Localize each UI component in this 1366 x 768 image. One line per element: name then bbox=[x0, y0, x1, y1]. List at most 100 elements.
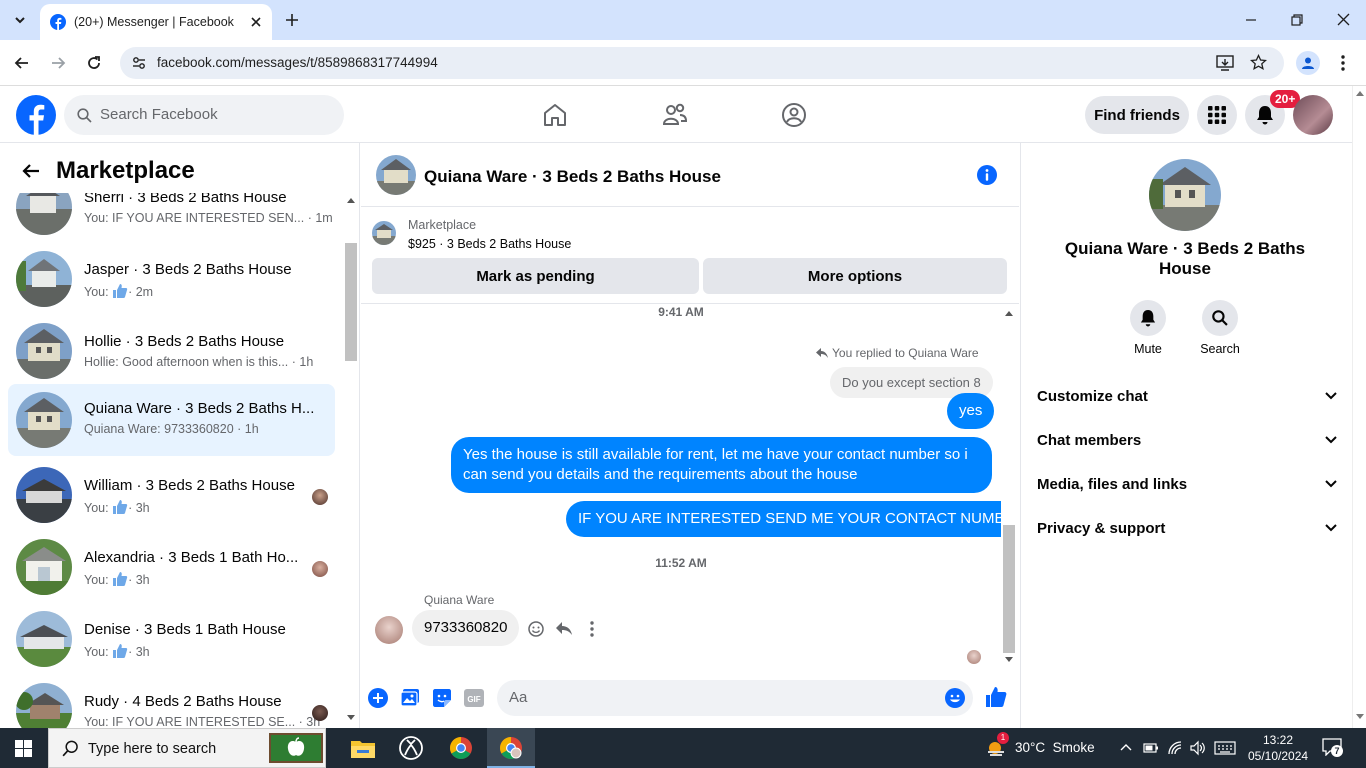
groups-icon[interactable] bbox=[781, 102, 807, 128]
friends-icon[interactable] bbox=[662, 102, 688, 128]
chevron-down-icon bbox=[1325, 524, 1337, 532]
thumbs-up-send-icon[interactable] bbox=[985, 686, 1007, 708]
mute-button[interactable]: Mute bbox=[1128, 300, 1168, 356]
conversation-name: Alexandria · 3 Beds 1 Bath Ho... bbox=[84, 549, 299, 566]
browser-menu-icon[interactable] bbox=[1340, 54, 1346, 72]
close-tab-icon[interactable] bbox=[250, 16, 262, 28]
listing-thumbnail[interactable] bbox=[372, 221, 396, 245]
notification-center-button[interactable]: 7 bbox=[1322, 738, 1344, 758]
chrome-icon[interactable] bbox=[449, 736, 473, 760]
find-friends-button[interactable]: Find friends bbox=[1085, 96, 1189, 134]
scroll-up-icon[interactable] bbox=[347, 197, 355, 203]
keyboard-icon[interactable] bbox=[1214, 741, 1236, 755]
message-input[interactable]: Aa bbox=[497, 680, 973, 716]
mark-as-pending-button[interactable]: Mark as pending bbox=[372, 258, 699, 294]
chevron-down-icon bbox=[1325, 392, 1337, 400]
outgoing-message[interactable]: IF YOU ARE INTERESTED SEND ME YOUR CONTA… bbox=[566, 501, 1001, 537]
listing-price[interactable]: $925 · 3 Beds 2 Baths House bbox=[408, 237, 571, 251]
reply-indicator: You replied to Quiana Ware bbox=[816, 346, 979, 360]
sender-avatar[interactable] bbox=[375, 616, 403, 644]
outgoing-message[interactable]: Yes the house is still available for ren… bbox=[451, 437, 992, 493]
details-avatar[interactable] bbox=[1149, 159, 1221, 231]
conversation-item[interactable]: Jasper · 3 Beds 2 Baths House You: · 2m bbox=[8, 245, 335, 313]
conversation-item[interactable]: Denise · 3 Beds 1 Bath House You: · 3h bbox=[8, 605, 335, 673]
account-avatar[interactable] bbox=[1293, 95, 1333, 135]
react-emoji-icon[interactable] bbox=[528, 621, 544, 637]
weather-text[interactable]: 30°C Smoke bbox=[1015, 740, 1095, 755]
conversation-name: Denise · 3 Beds 1 Bath House bbox=[84, 621, 286, 638]
conversation-item[interactable]: Hollie · 3 Beds 2 Baths House Hollie: Go… bbox=[8, 317, 335, 385]
gif-icon[interactable]: GIF bbox=[464, 688, 484, 708]
search-in-chat-button[interactable]: Search bbox=[1197, 300, 1243, 356]
search-highlight-icon[interactable] bbox=[269, 733, 323, 763]
install-app-icon[interactable] bbox=[1216, 55, 1234, 71]
scroll-down-icon[interactable] bbox=[1005, 657, 1013, 663]
menu-button[interactable] bbox=[1197, 95, 1237, 135]
composer: GIF Aa bbox=[361, 676, 1019, 720]
browser-tab[interactable]: (20+) Messenger | Facebook bbox=[40, 4, 272, 40]
chat-title[interactable]: Quiana Ware · 3 Beds 2 Baths House bbox=[424, 167, 721, 187]
forward-icon[interactable] bbox=[50, 55, 66, 71]
restore-icon[interactable] bbox=[1291, 14, 1303, 26]
tab-title: (20+) Messenger | Facebook bbox=[74, 15, 234, 29]
reply-icon[interactable] bbox=[556, 622, 572, 636]
weather-widget-icon[interactable]: 1 bbox=[985, 732, 1009, 758]
sticker-icon[interactable] bbox=[432, 688, 452, 708]
new-tab-icon[interactable] bbox=[285, 13, 299, 27]
scroll-down-icon[interactable] bbox=[1356, 714, 1364, 720]
windows-start-icon[interactable] bbox=[15, 740, 32, 757]
conversation-avatar bbox=[16, 251, 72, 307]
battery-icon[interactable] bbox=[1143, 740, 1159, 756]
customize-chat-section[interactable]: Customize chat bbox=[1037, 374, 1337, 418]
scrollbar-thumb[interactable] bbox=[1003, 525, 1015, 653]
file-explorer-icon[interactable] bbox=[351, 738, 375, 758]
conversation-item-active[interactable]: Quiana Ware · 3 Beds 2 Baths H... Quiana… bbox=[8, 384, 335, 456]
taskbar-search-input[interactable]: Type here to search bbox=[48, 728, 326, 768]
active-chrome-task[interactable] bbox=[487, 728, 535, 768]
chat-header: Quiana Ware · 3 Beds 2 Baths House bbox=[361, 143, 1019, 207]
facebook-search-input[interactable]: Search Facebook bbox=[64, 95, 344, 135]
chat-avatar[interactable] bbox=[376, 155, 416, 195]
conversation-name: Jasper · 3 Beds 2 Baths House bbox=[84, 261, 292, 278]
plus-circle-icon[interactable] bbox=[368, 688, 388, 708]
xbox-icon[interactable] bbox=[399, 736, 423, 760]
conversation-item[interactable]: Alexandria · 3 Beds 1 Bath Ho... You: · … bbox=[8, 533, 335, 601]
volume-icon[interactable] bbox=[1190, 740, 1206, 756]
chat-members-section[interactable]: Chat members bbox=[1037, 418, 1337, 462]
info-icon[interactable] bbox=[977, 165, 997, 185]
outgoing-message[interactable]: yes bbox=[947, 393, 995, 429]
address-bar[interactable]: facebook.com/messages/t/8589868317744994 bbox=[120, 47, 1284, 79]
scroll-up-icon[interactable] bbox=[1356, 90, 1364, 96]
reload-icon[interactable] bbox=[86, 55, 102, 71]
photo-icon[interactable] bbox=[400, 688, 420, 708]
back-icon[interactable] bbox=[14, 55, 30, 71]
close-window-icon[interactable] bbox=[1337, 13, 1350, 26]
clock[interactable]: 13:22 05/10/2024 bbox=[1248, 732, 1308, 764]
home-icon[interactable] bbox=[542, 102, 568, 128]
chat-scrollbar[interactable] bbox=[1001, 305, 1017, 670]
more-options-button[interactable]: More options bbox=[703, 258, 1007, 294]
privacy-support-section[interactable]: Privacy & support bbox=[1037, 506, 1337, 550]
conversation-item[interactable]: William · 3 Beds 2 Baths House You: · 3h bbox=[8, 461, 335, 529]
incoming-message[interactable]: 9733360820 bbox=[412, 610, 520, 646]
scrollbar-thumb[interactable] bbox=[345, 243, 357, 361]
profile-button[interactable] bbox=[1296, 51, 1320, 75]
page-scrollbar[interactable] bbox=[1352, 86, 1366, 728]
wifi-icon[interactable] bbox=[1167, 740, 1183, 756]
minimize-icon[interactable] bbox=[1245, 14, 1257, 26]
sidebar-scrollbar[interactable] bbox=[343, 193, 359, 728]
bookmark-star-icon[interactable] bbox=[1250, 54, 1267, 71]
back-arrow-icon[interactable] bbox=[22, 163, 40, 179]
site-settings-icon[interactable] bbox=[132, 56, 146, 70]
tab-search-button[interactable] bbox=[8, 8, 32, 32]
facebook-logo-icon[interactable] bbox=[16, 95, 56, 135]
scroll-down-icon[interactable] bbox=[347, 715, 355, 721]
browser-toolbar: facebook.com/messages/t/8589868317744994 bbox=[0, 40, 1366, 86]
conversation-item[interactable]: Rudy · 4 Beds 2 Baths House You: IF YOU … bbox=[8, 677, 335, 728]
media-files-links-section[interactable]: Media, files and links bbox=[1037, 462, 1337, 506]
more-actions-icon[interactable] bbox=[590, 621, 594, 637]
chevron-up-icon[interactable] bbox=[1120, 743, 1132, 751]
scroll-up-icon[interactable] bbox=[1005, 310, 1013, 316]
chevron-down-icon bbox=[1325, 436, 1337, 444]
emoji-icon[interactable] bbox=[945, 688, 965, 708]
